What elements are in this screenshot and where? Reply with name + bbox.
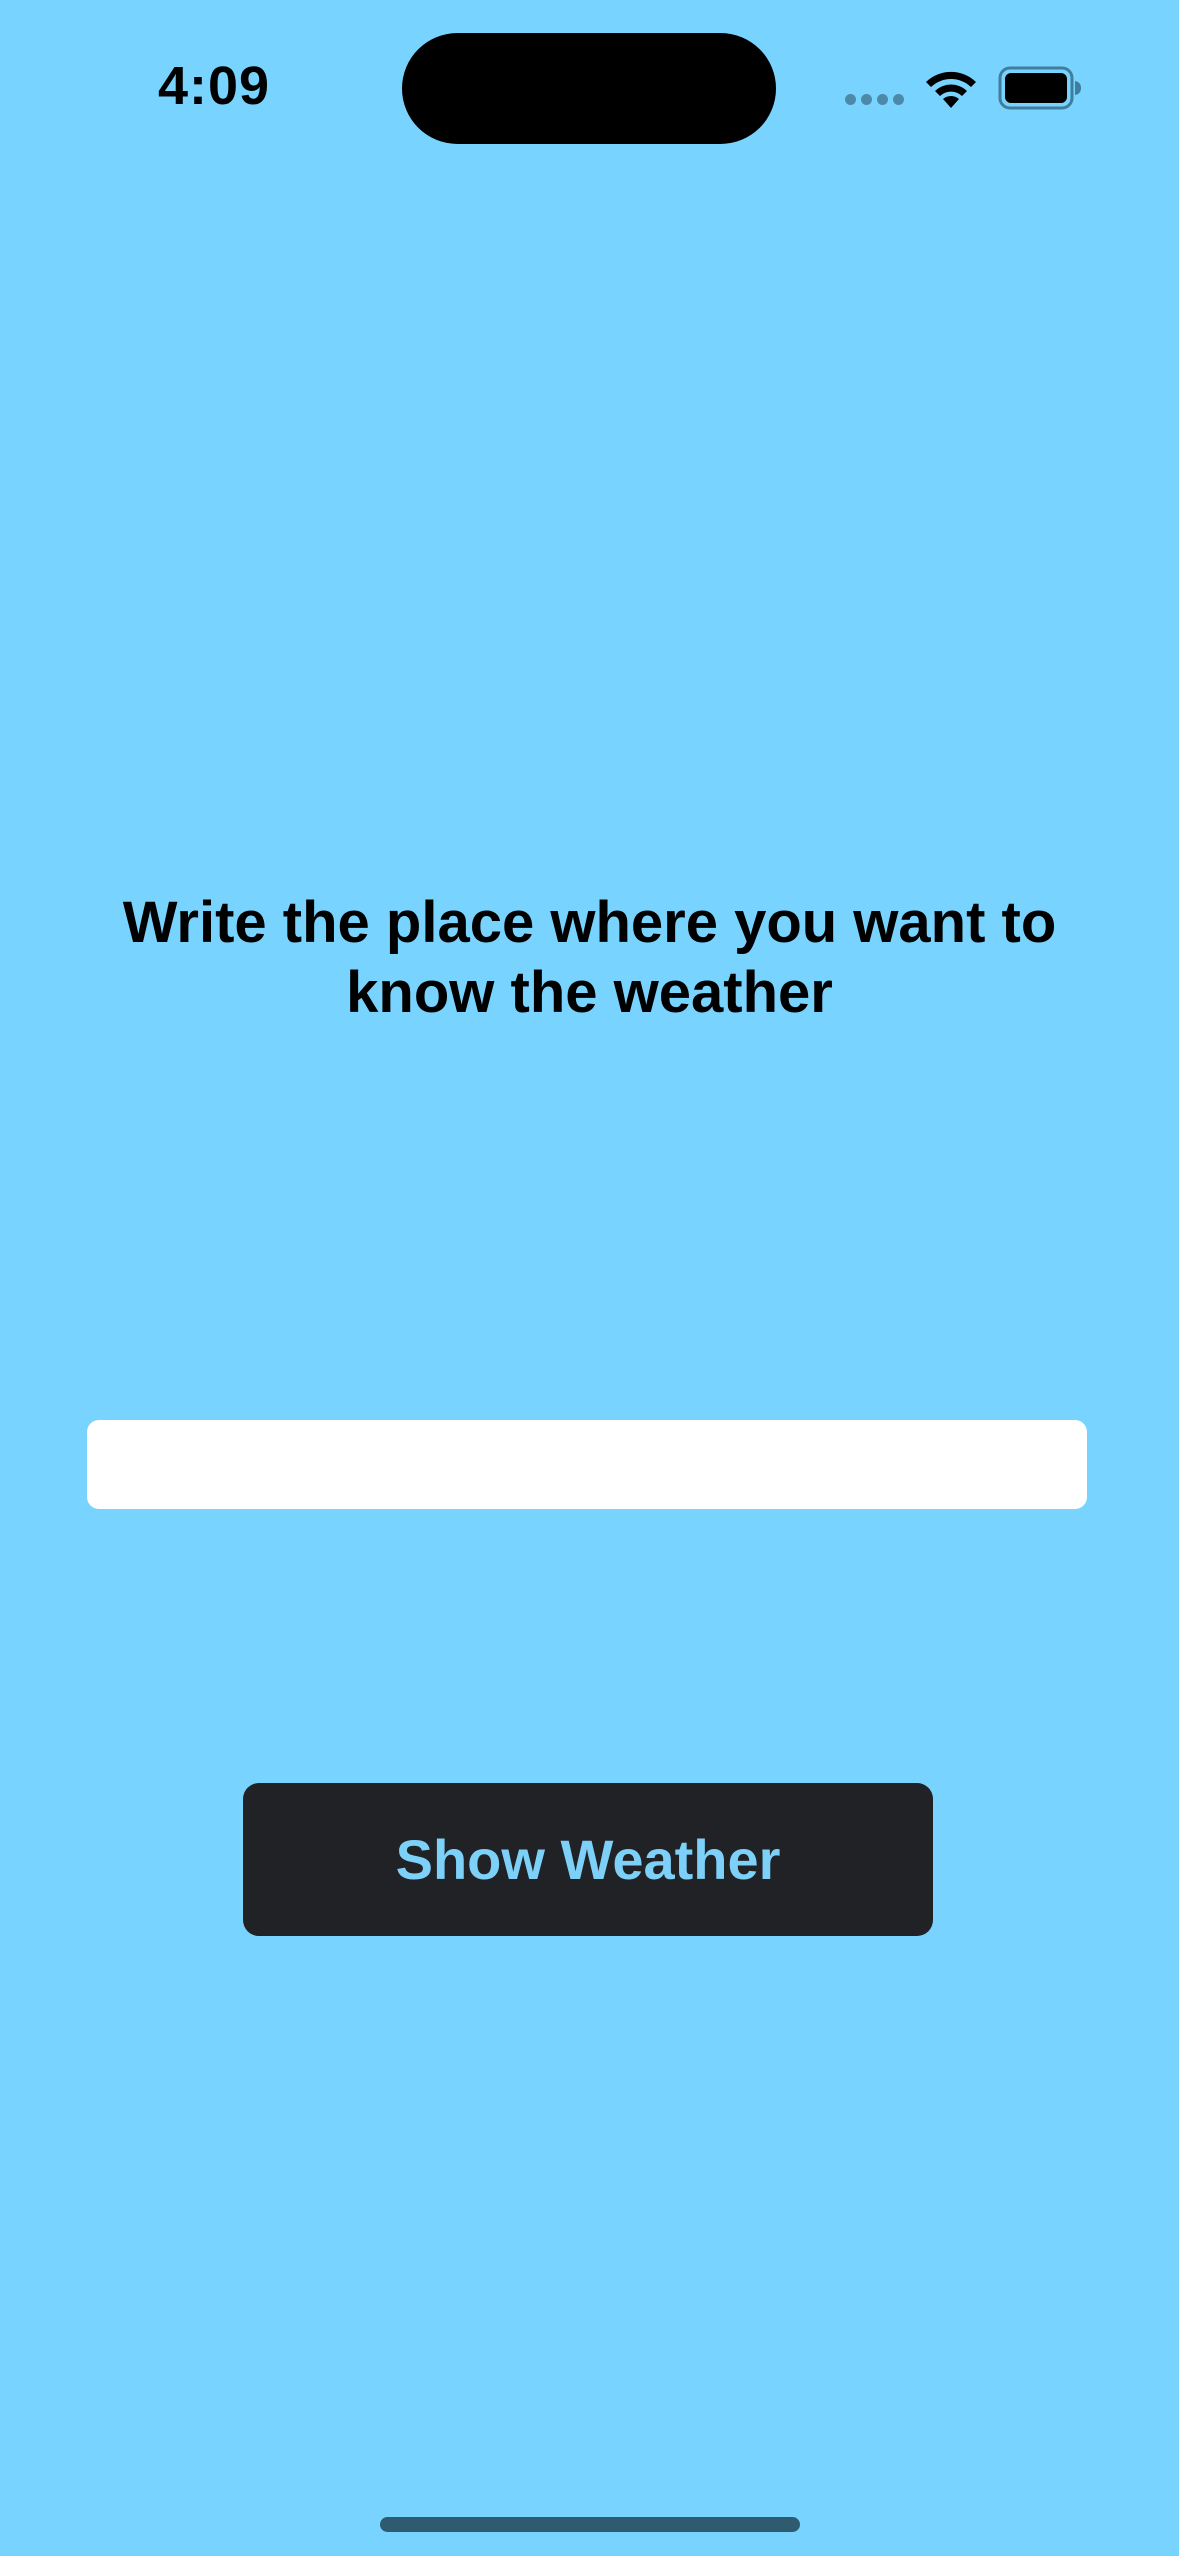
- show-weather-button[interactable]: Show Weather: [243, 1783, 933, 1936]
- prompt-heading: Write the place where you want to know t…: [122, 890, 1057, 1025]
- home-indicator[interactable]: [380, 2517, 800, 2532]
- place-search-input[interactable]: [87, 1420, 1087, 1509]
- battery-full-icon: [998, 66, 1081, 110]
- cellular-signal-dots-icon: [845, 94, 905, 106]
- dynamic-island: [402, 33, 776, 144]
- wifi-icon: [926, 71, 976, 108]
- weather-search-screen: 4:09 Write the place where you want to k…: [0, 0, 1179, 2556]
- status-bar-time: 4:09: [158, 56, 271, 116]
